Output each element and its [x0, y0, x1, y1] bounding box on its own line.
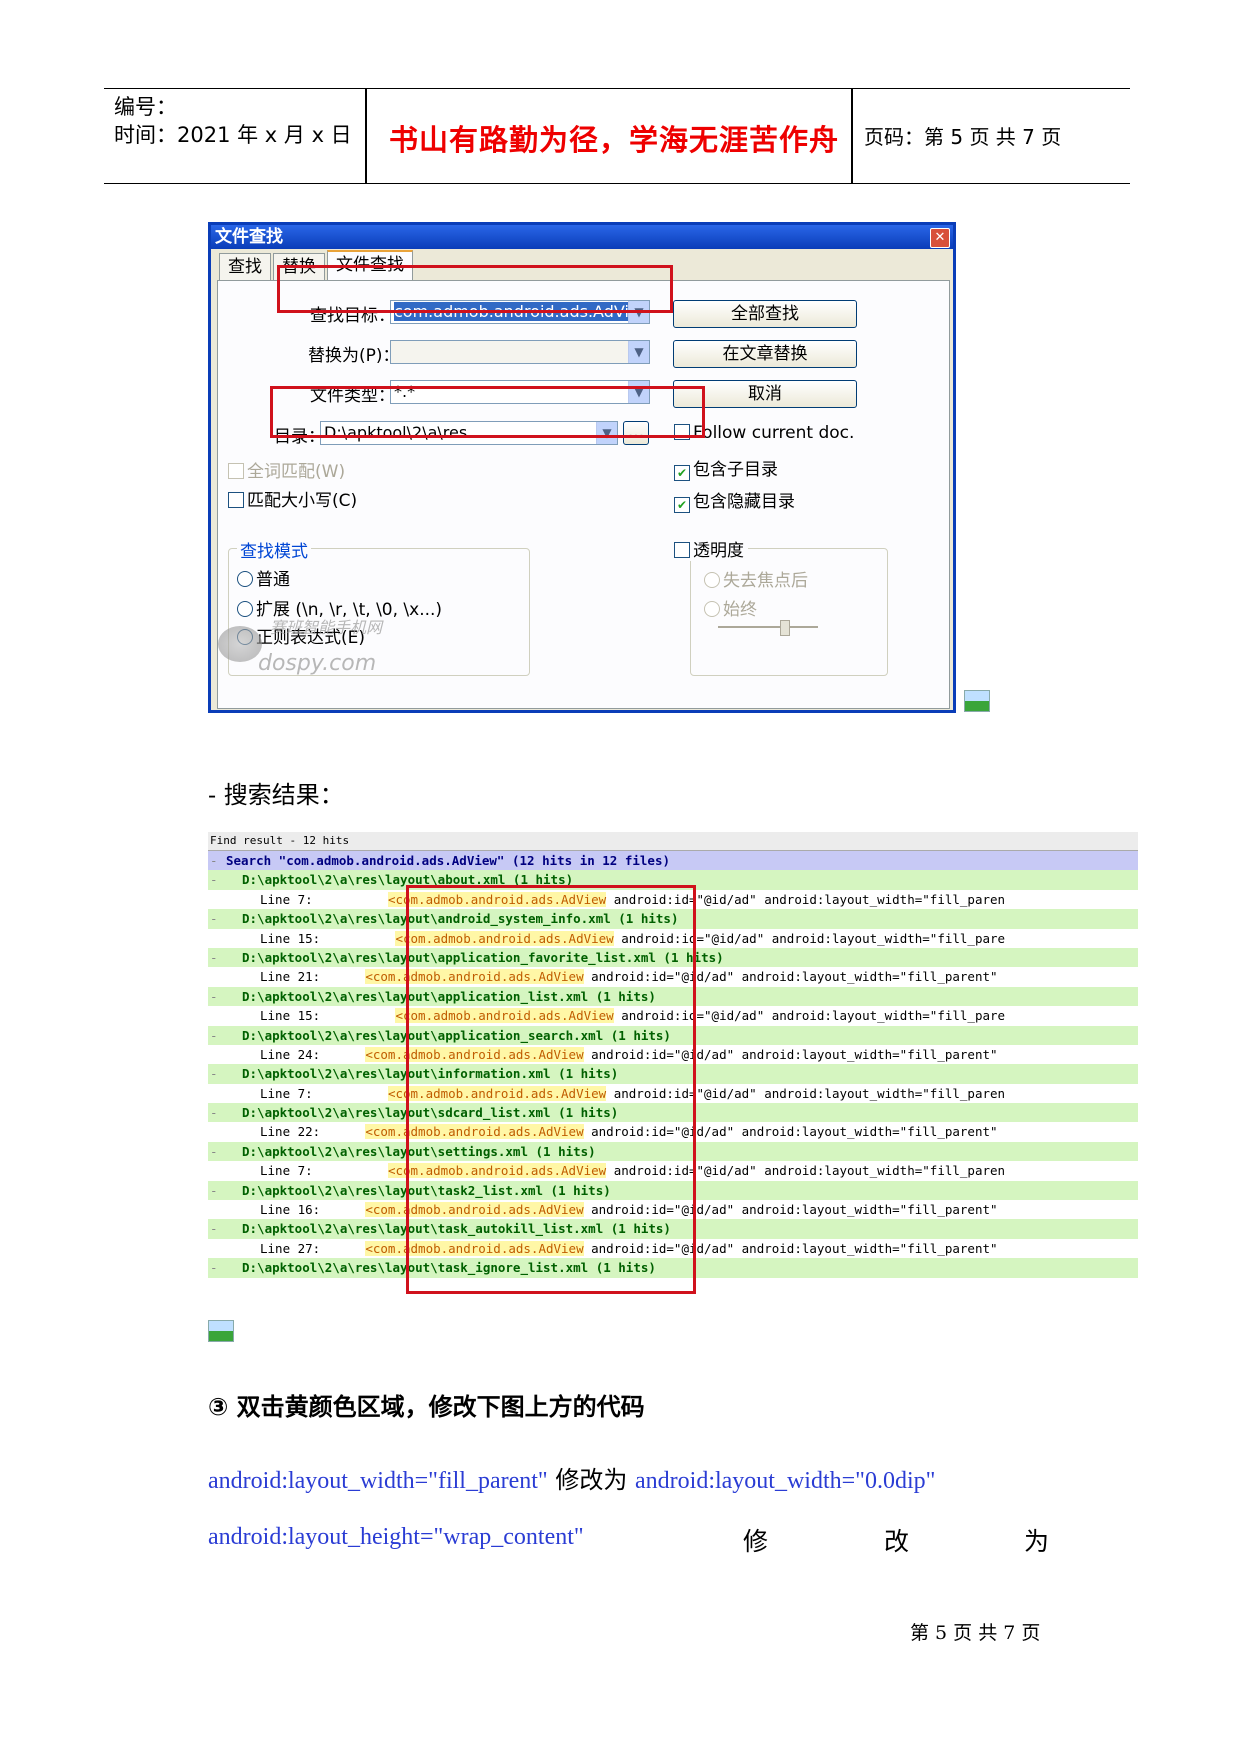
image-icon	[964, 690, 990, 712]
whole-word-label: 全词匹配(W)	[247, 462, 346, 482]
checkbox-icon	[228, 492, 244, 508]
result-line-text: Line 15:	[260, 1008, 396, 1024]
follow-current-label: Follow current doc.	[693, 423, 855, 443]
header-divider	[365, 89, 367, 183]
header-page-label: 页码：第 5 页 共 7 页	[864, 125, 1062, 149]
transparency-label: 透明度	[693, 541, 744, 561]
result-line-text: Line 24:	[260, 1046, 366, 1062]
checkmark-icon: ✔	[674, 497, 690, 513]
code-change-line-2: android:layout_height="wrap_content"	[208, 1524, 584, 1551]
slider-thumb[interactable]	[780, 620, 790, 636]
code-old-width: android:layout_width="fill_parent"	[208, 1468, 548, 1494]
highlight-box-results	[406, 885, 696, 1294]
search-line-text: Search "com.admob.android.ads.AdView" (1…	[226, 853, 671, 868]
result-line-text: Line 7:	[260, 1163, 388, 1179]
chevron-down-icon[interactable]: ▼	[628, 341, 649, 363]
match-case-label: 匹配大小写(C)	[247, 491, 358, 511]
on-lose-focus-label: 失去焦点后	[723, 571, 808, 591]
radio-icon	[704, 572, 720, 588]
dospy-logo-icon	[218, 626, 262, 662]
change-to-char-3: 为	[1024, 1527, 1050, 1556]
result-line-text: Line 16:	[260, 1202, 366, 1218]
replace-combo[interactable]: ▼	[390, 340, 650, 364]
result-line-text: Line 15:	[260, 930, 396, 946]
close-icon[interactable]: ✕	[930, 228, 950, 248]
checkbox-icon	[228, 463, 244, 479]
transparency-checkbox[interactable]: 透明度	[674, 536, 748, 561]
results-heading: - 搜索结果：	[208, 781, 344, 809]
code-old-height: android:layout_height="wrap_content"	[208, 1524, 584, 1550]
always-label: 始终	[723, 600, 757, 620]
highlight-box-find-target	[277, 265, 673, 313]
code-change-line-1: android:layout_width="fill_parent" 修改为 a…	[208, 1460, 935, 1495]
page-footer: 第 5 页 共 7 页	[910, 1622, 1041, 1644]
find-results-panel: Find result - 12 hits - Search "com.admob…	[208, 832, 1138, 1294]
always-radio[interactable]: 始终	[704, 595, 757, 620]
match-case-checkbox[interactable]: 匹配大小写(C)	[228, 486, 357, 511]
results-search-line[interactable]: - Search "com.admob.android.ads.AdView" (…	[208, 851, 1138, 871]
checkbox-icon	[674, 542, 690, 558]
radio-icon	[237, 601, 253, 617]
result-line-text: Line 7:	[260, 891, 388, 907]
result-line-text: Line 21:	[260, 969, 366, 985]
tab-panel: 查找目标： com.admob.android.ads.AdView ▼ 替换为…	[217, 280, 950, 709]
change-to-label: 修改为	[547, 1466, 635, 1494]
radio-icon	[704, 601, 720, 617]
mode-normal-label: 普通	[256, 570, 290, 590]
results-title-bar: Find result - 12 hits	[208, 832, 1138, 851]
watermark-cn: 赛班智能手机网	[270, 618, 383, 637]
checkmark-icon: ✔	[674, 465, 690, 481]
include-subdirs-checkbox[interactable]: ✔ 包含子目录	[674, 455, 778, 481]
step-3-heading: ③ 双击黄颜色区域，修改下图上方的代码	[208, 1393, 645, 1421]
transparency-slider[interactable]	[718, 626, 818, 628]
result-line-text: Line 22:	[260, 1124, 366, 1140]
image-icon	[208, 1320, 234, 1342]
include-hidden-checkbox[interactable]: ✔ 包含隐藏目录	[674, 487, 795, 513]
tab-find[interactable]: 查找	[219, 253, 271, 280]
include-subdirs-label: 包含子目录	[693, 460, 778, 480]
change-to-char-2: 改	[884, 1527, 910, 1556]
code-new-width: android:layout_width="0.0dip"	[635, 1468, 936, 1494]
header-motto: 书山有路勤为径，学海无涯苦作舟	[389, 123, 840, 157]
whole-word-checkbox[interactable]: 全词匹配(W)	[228, 457, 345, 482]
watermark-en: dospy.com	[258, 651, 377, 676]
replace-label: 替换为(P)：	[308, 346, 400, 366]
include-hidden-label: 包含隐藏目录	[693, 492, 795, 512]
find-files-dialog: 文件查找 ✕ 查找 替换 文件查找 查找目标： com.admob.androi…	[208, 222, 956, 713]
mode-normal-radio[interactable]: 普通	[237, 565, 290, 590]
radio-icon	[237, 571, 253, 587]
doc-number-label: 编号：	[114, 95, 177, 119]
change-to-char-1: 修	[743, 1527, 769, 1556]
search-mode-title: 查找模式	[237, 537, 311, 562]
find-all-button[interactable]: 全部查找	[673, 300, 857, 328]
result-line-text: Line 7:	[260, 1085, 388, 1101]
replace-in-files-button[interactable]: 在文章替换	[673, 340, 857, 368]
header-divider	[851, 89, 853, 183]
dialog-title: 文件查找	[211, 225, 953, 249]
result-line-text: Line 27:	[260, 1240, 366, 1256]
page-header: 编号： 时间：2021 年 x 月 x 日 书山有路勤为径，学海无涯苦作舟 页码…	[104, 88, 1130, 184]
header-meta: 编号： 时间：2021 年 x 月 x 日	[114, 93, 352, 149]
doc-time-label: 时间：2021 年 x 月 x 日	[114, 123, 352, 147]
highlight-box-directory	[270, 386, 705, 438]
on-lose-focus-radio[interactable]: 失去焦点后	[704, 566, 808, 591]
